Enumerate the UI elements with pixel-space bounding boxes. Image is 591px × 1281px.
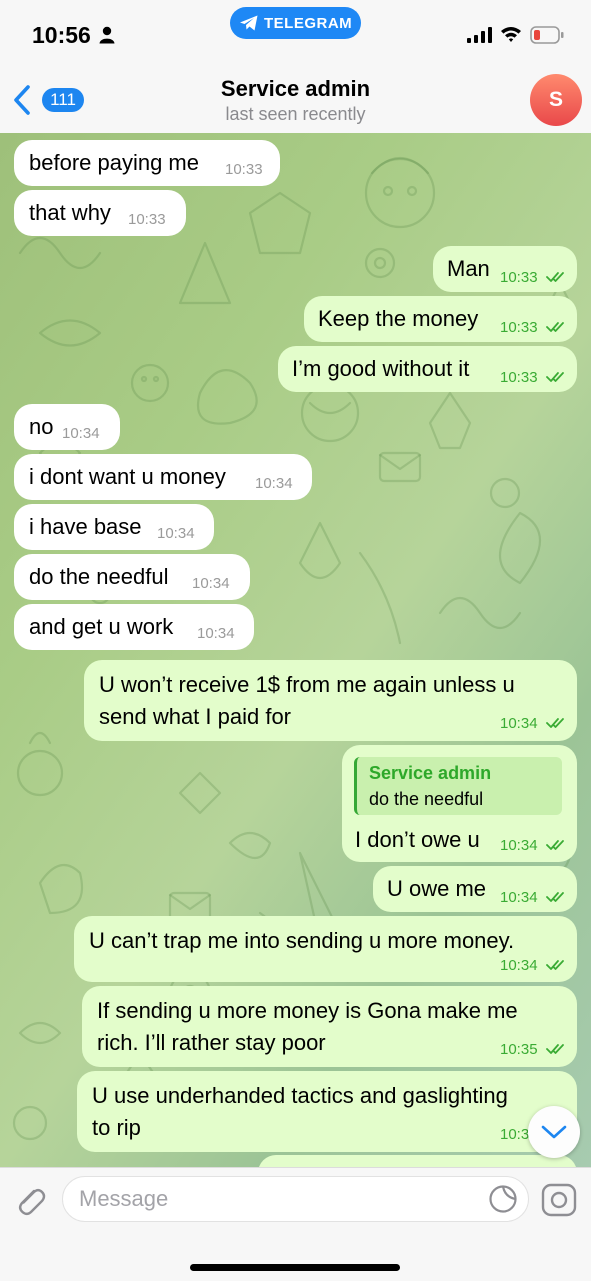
message-text: U can’t trap me into sending u more mone…: [89, 928, 515, 953]
signal-icon: [467, 27, 492, 43]
message-time: 10:33: [225, 161, 263, 178]
message-text: do the needful: [29, 564, 169, 589]
chevron-down-icon: [541, 1125, 567, 1139]
camera-icon[interactable]: [540, 1182, 578, 1218]
message-time: 10:34: [62, 425, 100, 442]
message-outgoing[interactable]: U owe me 10:34: [373, 866, 577, 912]
message-time: 10:34: [197, 625, 235, 642]
person-icon: [99, 26, 115, 44]
top-bar: 10:56 TELEGRAM 111 Service admin last se…: [0, 0, 591, 134]
chat-area[interactable]: before paying me 10:33 that why 10:33 Ma…: [0, 133, 591, 1167]
message-incoming[interactable]: that why 10:33: [14, 190, 186, 236]
telegram-plane-icon: [240, 15, 258, 31]
message-text: i dont want u money: [29, 464, 226, 489]
message-text: send what I paid for: [99, 704, 292, 729]
message-outgoing[interactable]: U use underhanded tactics and gaslightin…: [77, 1071, 577, 1152]
message-time: 10:34: [500, 837, 538, 854]
reply-text: do the needful: [369, 789, 484, 809]
message-time: 10:34: [255, 475, 293, 492]
message-incoming[interactable]: before paying me 10:33: [14, 140, 280, 186]
double-check-icon: [546, 718, 564, 728]
message-outgoing[interactable]: U won’t receive 1$ from me again unless …: [84, 660, 577, 741]
scroll-to-bottom-button[interactable]: [528, 1106, 580, 1158]
double-check-icon: [546, 372, 564, 382]
double-check-icon: [546, 272, 564, 282]
message-text: no: [29, 414, 54, 439]
message-input[interactable]: [62, 1176, 529, 1222]
return-to-telegram-pill[interactable]: TELEGRAM: [230, 7, 361, 39]
double-check-icon: [546, 960, 564, 970]
message-text: U won’t receive 1$ from me again unless …: [99, 672, 515, 697]
message-incoming[interactable]: i dont want u money 10:34: [14, 454, 312, 500]
paperclip-icon[interactable]: [12, 1182, 48, 1218]
message-outgoing[interactable]: If sending u more money is Gona make me …: [82, 986, 577, 1067]
message-outgoing-reply[interactable]: Service admin do the needful I don’t owe…: [342, 745, 577, 862]
chat-status: last seen recently: [225, 104, 366, 124]
double-check-icon: [546, 840, 564, 850]
message-time: 10:33: [500, 369, 538, 386]
return-app-label: TELEGRAM: [264, 15, 353, 32]
message-text: before paying me: [29, 150, 199, 175]
message-text: rich. I’ll rather stay poor: [97, 1030, 326, 1055]
message-time: 10:33: [500, 269, 538, 286]
message-time: 10:3: [500, 1126, 530, 1143]
message-text: U use underhanded tactics and gaslightin…: [92, 1083, 508, 1108]
message-outgoing[interactable]: U can’t trap me into sending u more mone…: [74, 916, 577, 982]
sticker-icon[interactable]: [488, 1184, 518, 1214]
message-time: 10:34: [500, 957, 538, 974]
message-outgoing[interactable]: Man 10:33: [433, 246, 577, 292]
message-outgoing[interactable]: I’m good without it 10:33: [278, 346, 577, 392]
reply-author: Service admin: [369, 763, 492, 783]
reply-quote[interactable]: Service admin do the needful: [354, 757, 562, 815]
message-text: I’m good without it: [292, 356, 470, 381]
message-time: 10:33: [128, 211, 166, 228]
message-text: to rip: [92, 1115, 141, 1140]
message-incoming[interactable]: i have base 10:34: [14, 504, 214, 550]
message-time: 10:34: [500, 715, 538, 732]
message-text: i have base: [29, 514, 142, 539]
message-text: I don’t owe u: [355, 827, 480, 852]
message-text: U owe me: [387, 876, 487, 901]
status-time: 10:56: [32, 22, 91, 48]
message-incoming[interactable]: and get u work 10:34: [14, 604, 254, 650]
message-text: that why: [29, 200, 111, 225]
wifi-icon: [501, 27, 521, 42]
double-check-icon: [546, 322, 564, 332]
message-incoming[interactable]: do the needful 10:34: [14, 554, 250, 600]
message-text: and get u work: [29, 614, 174, 639]
chat-title[interactable]: Service admin: [0, 76, 591, 102]
double-check-icon: [546, 1044, 564, 1054]
composer-bar: [0, 1167, 591, 1281]
message-text: Man: [447, 256, 490, 281]
message-time: 10:34: [157, 525, 195, 542]
message-time: 10:33: [500, 319, 538, 336]
message-time: 10:35: [500, 1041, 538, 1058]
double-check-icon: [546, 892, 564, 902]
avatar[interactable]: S: [530, 74, 582, 126]
message-time: 10:34: [192, 575, 230, 592]
message-text: Keep the money: [318, 306, 479, 331]
message-incoming[interactable]: no 10:34: [14, 404, 120, 450]
home-indicator: [190, 1264, 400, 1271]
message-text: If sending u more money is Gona make me: [97, 998, 518, 1023]
message-outgoing[interactable]: Keep the money 10:33: [304, 296, 577, 342]
battery-icon: [530, 26, 564, 44]
message-time: 10:34: [500, 889, 538, 906]
